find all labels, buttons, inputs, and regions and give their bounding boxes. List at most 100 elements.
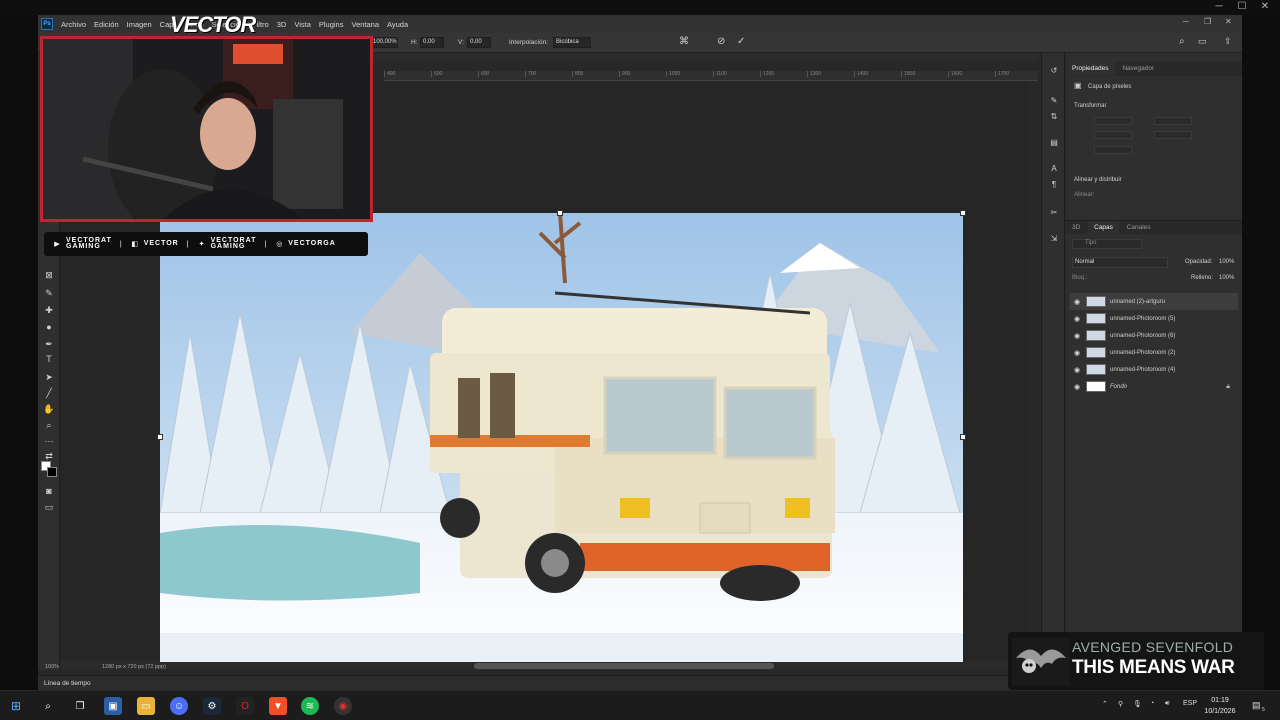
menu-edicion[interactable]: Edición xyxy=(90,20,123,29)
taskbar-clock[interactable]: 01:19 10/1/2026 xyxy=(1198,695,1242,717)
adjustments-icon[interactable]: ⇅ xyxy=(1048,111,1060,123)
transform-handle-top[interactable] xyxy=(557,210,563,216)
paragraph-icon[interactable]: ¶ xyxy=(1048,179,1060,191)
type-tool-icon[interactable]: T xyxy=(43,353,55,365)
history-icon[interactable]: ↺ xyxy=(1048,65,1060,77)
tab-capas[interactable]: Capas xyxy=(1088,221,1119,234)
discord-icon[interactable]: ☺ xyxy=(170,697,188,715)
visibility-eye-icon[interactable]: ◉ xyxy=(1070,349,1084,357)
workspace-icon[interactable]: ▭ xyxy=(1198,36,1207,47)
pen-tool-icon[interactable]: ✒ xyxy=(43,338,55,350)
ps-close-icon[interactable]: ✕ xyxy=(1225,17,1232,26)
commit-transform-icon[interactable]: ✓ xyxy=(737,36,745,47)
menu-ayuda[interactable]: Ayuda xyxy=(383,20,412,29)
search-icon[interactable]: ⌕ xyxy=(39,697,57,715)
network-icon[interactable]: ⚲ xyxy=(1118,700,1123,708)
timeline-panel[interactable]: Línea de tiempo xyxy=(38,675,1028,690)
document-info[interactable]: 1280 px x 720 px (72 ppp) xyxy=(102,664,166,670)
menu-3d[interactable]: 3D xyxy=(273,20,291,29)
tab-propiedades[interactable]: Propiedades xyxy=(1066,62,1115,75)
frame-tool-icon[interactable]: ⊠ xyxy=(43,269,55,281)
background-color-swatch[interactable] xyxy=(47,467,57,477)
show-hidden-icons[interactable]: ⌃ xyxy=(1102,700,1108,708)
visibility-eye-icon[interactable]: ◉ xyxy=(1070,366,1084,374)
libraries-icon[interactable]: ▤ xyxy=(1048,137,1060,149)
menu-ventana[interactable]: Ventana xyxy=(347,20,383,29)
hand-tool-icon[interactable]: ✋ xyxy=(43,403,55,415)
spotify-icon[interactable]: ≋ xyxy=(301,697,319,715)
maximize-icon[interactable]: ☐ xyxy=(1231,1,1253,12)
close-icon[interactable]: ✕ xyxy=(1254,1,1276,12)
warp-icon[interactable]: ⌘ xyxy=(679,36,689,47)
transform-y-field[interactable] xyxy=(1154,131,1192,139)
visibility-eye-icon[interactable]: ◉ xyxy=(1070,383,1084,391)
quick-mask-icon[interactable]: ◙ xyxy=(43,485,55,497)
obs-icon[interactable]: ◉ xyxy=(334,697,352,715)
width-percent-field[interactable]: 100,00% xyxy=(370,37,398,48)
search-icon[interactable]: ⌕ xyxy=(1179,36,1185,47)
transform-handle-left[interactable] xyxy=(157,434,163,440)
microphone-icon[interactable]: 🎙︎ xyxy=(1133,700,1142,708)
character-icon[interactable]: A xyxy=(1048,163,1060,175)
tools-settings-icon[interactable]: ✂ xyxy=(1048,207,1060,219)
steam-icon[interactable]: ⚙ xyxy=(203,697,221,715)
interpolation-select[interactable]: Bicúbica xyxy=(553,37,591,48)
windows-start-icon[interactable]: ⊞ xyxy=(7,697,25,715)
layer-row[interactable]: ◉ Fondo 🔒︎ xyxy=(1070,378,1238,395)
share-icon[interactable]: ⇪ xyxy=(1224,36,1232,47)
menu-archivo[interactable]: Archivo xyxy=(57,20,90,29)
transform-angle-field[interactable] xyxy=(1094,146,1132,154)
layer-row[interactable]: ◉ unnamed-Photoroom (2) xyxy=(1070,344,1238,361)
h-skew-field[interactable]: 0,00 xyxy=(420,37,444,48)
transform-handle-tr[interactable] xyxy=(960,210,966,216)
file-explorer-icon[interactable]: ▭ xyxy=(137,697,155,715)
layer-row[interactable]: ◉ unnamed (2)-artguru xyxy=(1070,293,1238,310)
visibility-eye-icon[interactable]: ◉ xyxy=(1070,315,1084,323)
blur-tool-icon[interactable]: ● xyxy=(43,321,55,333)
scroll-thumb[interactable] xyxy=(474,663,774,669)
volume-icon[interactable]: 🔊︎ xyxy=(1165,700,1169,708)
export-icon[interactable]: ⇲ xyxy=(1048,233,1060,245)
transform-handle-right[interactable] xyxy=(960,434,966,440)
menu-plugins[interactable]: Plugins xyxy=(315,20,348,29)
tab-canales[interactable]: Canales xyxy=(1121,221,1157,234)
zoom-level[interactable]: 100% xyxy=(45,664,59,670)
eyedropper-tool-icon[interactable]: ✎ xyxy=(43,287,55,299)
menu-imagen[interactable]: Imagen xyxy=(123,20,156,29)
visibility-eye-icon[interactable]: ◉ xyxy=(1070,298,1084,306)
photoshop-logo-icon[interactable]: Ps xyxy=(41,18,53,30)
task-view-icon[interactable]: ❐ xyxy=(71,697,89,715)
fill-value[interactable]: 100% xyxy=(1219,275,1234,281)
notifications-icon[interactable]: ▤ xyxy=(1252,700,1261,711)
transform-h-field[interactable] xyxy=(1094,131,1132,139)
more-tools-icon[interactable]: ⋯ xyxy=(43,435,55,447)
path-selection-icon[interactable]: ➤ xyxy=(43,371,55,383)
zoom-tool-icon[interactable]: ⌕ xyxy=(43,419,55,431)
tab-3d[interactable]: 3D xyxy=(1066,221,1086,234)
blend-mode-select[interactable]: Normal xyxy=(1072,257,1168,268)
ps-restore-icon[interactable]: ❐ xyxy=(1204,17,1211,26)
visibility-eye-icon[interactable]: ◉ xyxy=(1070,332,1084,340)
line-tool-icon[interactable]: ╱ xyxy=(43,387,55,399)
cancel-transform-icon[interactable]: ⊘ xyxy=(717,36,725,47)
opacity-value[interactable]: 100% xyxy=(1219,259,1234,265)
layer-row[interactable]: ◉ unnamed-Photoroom (4) xyxy=(1070,361,1238,378)
tab-navegador[interactable]: Navegador xyxy=(1116,62,1160,75)
minimize-icon[interactable]: ─ xyxy=(1208,1,1230,12)
brave-icon[interactable]: ▼ xyxy=(269,697,287,715)
brush-settings-icon[interactable]: ✎ xyxy=(1048,95,1060,107)
screen-mode-icon[interactable]: ▭ xyxy=(43,501,55,513)
app-icon[interactable]: ▣ xyxy=(104,697,122,715)
opera-icon[interactable]: O xyxy=(236,697,254,715)
transform-x-field[interactable] xyxy=(1154,117,1192,125)
ps-minimize-icon[interactable]: ─ xyxy=(1183,17,1189,26)
layer-filter-search[interactable]: Tipo xyxy=(1072,239,1142,249)
transform-w-field[interactable] xyxy=(1094,117,1132,125)
v-skew-field[interactable]: 0,00 xyxy=(467,37,491,48)
align-heading[interactable]: Alinear y distribuir xyxy=(1074,177,1122,183)
wifi-icon[interactable]: ◔ xyxy=(1150,700,1154,707)
layer-row[interactable]: ◉ unnamed-Photoroom (6) xyxy=(1070,327,1238,344)
layer-row[interactable]: ◉ unnamed-Photoroom (5) xyxy=(1070,310,1238,327)
healing-brush-icon[interactable]: ✚ xyxy=(43,304,55,316)
menu-vista[interactable]: Vista xyxy=(290,20,315,29)
